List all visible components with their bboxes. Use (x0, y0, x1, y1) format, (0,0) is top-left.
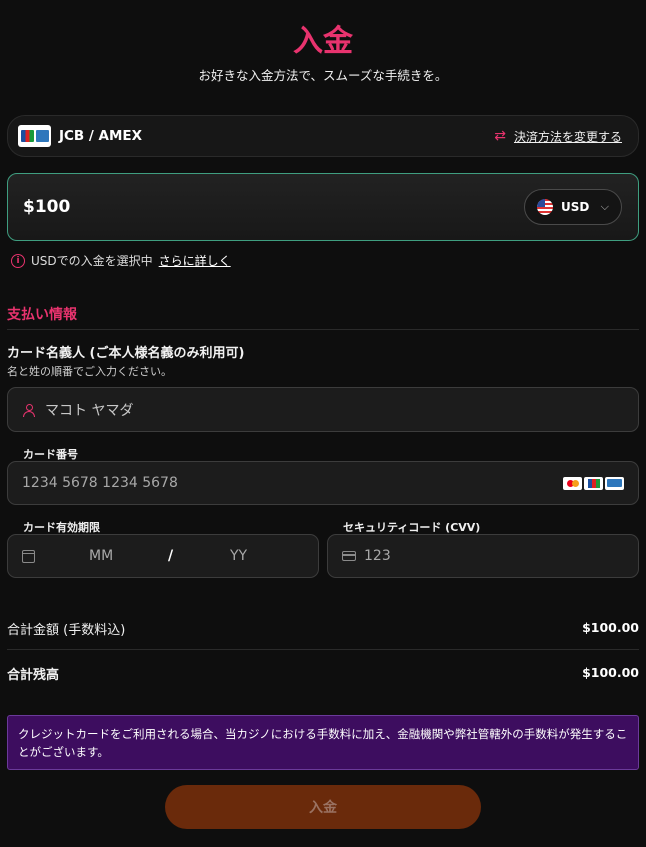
currency-select[interactable]: USD ⌵ (524, 189, 622, 225)
card-number-field[interactable]: 1234 5678 1234 5678 (7, 461, 639, 505)
card-brand-logos (563, 476, 624, 490)
currency-info: i USDでの入金を選択中 さらに詳しく (11, 252, 231, 269)
currency-info-text: USDでの入金を選択中 (31, 254, 153, 268)
total-balance-label: 合計残高 (7, 668, 60, 683)
cvv-placeholder[interactable]: 123 (364, 548, 391, 564)
total-fee-label: 合計金額 (手数料込) (7, 623, 126, 638)
fee-notice: クレジットカードをご利用される場合、当カジノにおける手数料に加え、金融機関や弊社… (7, 715, 639, 770)
amount-input[interactable]: $100 USD ⌵ (7, 173, 639, 241)
cardholder-placeholder[interactable]: マコト ヤマダ (45, 400, 133, 420)
section-divider (7, 329, 639, 330)
expiry-label: カード有効期限 (23, 521, 100, 534)
change-payment-method-button[interactable]: ⇄ 決済方法を変更する (494, 128, 622, 145)
amex-icon (605, 476, 624, 490)
currency-code: USD (561, 200, 590, 214)
payment-method-bar: JCB / AMEX ⇄ 決済方法を変更する (7, 115, 639, 157)
expiry-field[interactable]: MM / YY (7, 534, 319, 578)
jcb-amex-logo-icon (18, 125, 51, 147)
calendar-icon (22, 549, 35, 563)
page-title: 入金 (293, 24, 353, 59)
jcb-icon (584, 476, 603, 490)
payment-method-name: JCB / AMEX (59, 128, 143, 144)
amount-value[interactable]: $100 (23, 197, 70, 217)
cardholder-label: カード名義人 (ご本人様名義のみ利用可) (7, 346, 245, 361)
total-balance-value: $100.00 (582, 665, 639, 680)
us-flag-icon (537, 199, 553, 215)
learn-more-link[interactable]: さらに詳しく (159, 252, 231, 269)
expiry-separator: / (168, 548, 174, 564)
expiry-month-input[interactable]: MM (89, 548, 113, 564)
card-icon (342, 551, 356, 561)
cardholder-field[interactable]: マコト ヤマダ (7, 387, 639, 432)
arrows-exchange-icon: ⇄ (494, 128, 506, 144)
card-number-label: カード番号 (23, 448, 78, 461)
summary-divider (7, 649, 639, 650)
cvv-field[interactable]: 123 (327, 534, 639, 578)
expiry-year-input[interactable]: YY (230, 548, 247, 564)
payment-info-heading: 支払い情報 (7, 307, 77, 323)
user-icon (22, 403, 36, 417)
mastercard-icon (563, 476, 582, 490)
info-icon: i (11, 253, 25, 268)
total-fee-value: $100.00 (582, 620, 639, 635)
card-number-placeholder[interactable]: 1234 5678 1234 5678 (22, 475, 178, 491)
page-subtitle: お好きな入金方法で、スムーズな手続きを。 (198, 68, 448, 83)
chevron-down-icon: ⌵ (600, 200, 609, 213)
cardholder-hint: 名と姓の順番でご入力ください。 (7, 365, 172, 378)
cvv-label: セキュリティコード (CVV) (343, 521, 481, 534)
change-payment-method-link[interactable]: 決済方法を変更する (514, 128, 622, 145)
deposit-button[interactable]: 入金 (165, 785, 481, 829)
